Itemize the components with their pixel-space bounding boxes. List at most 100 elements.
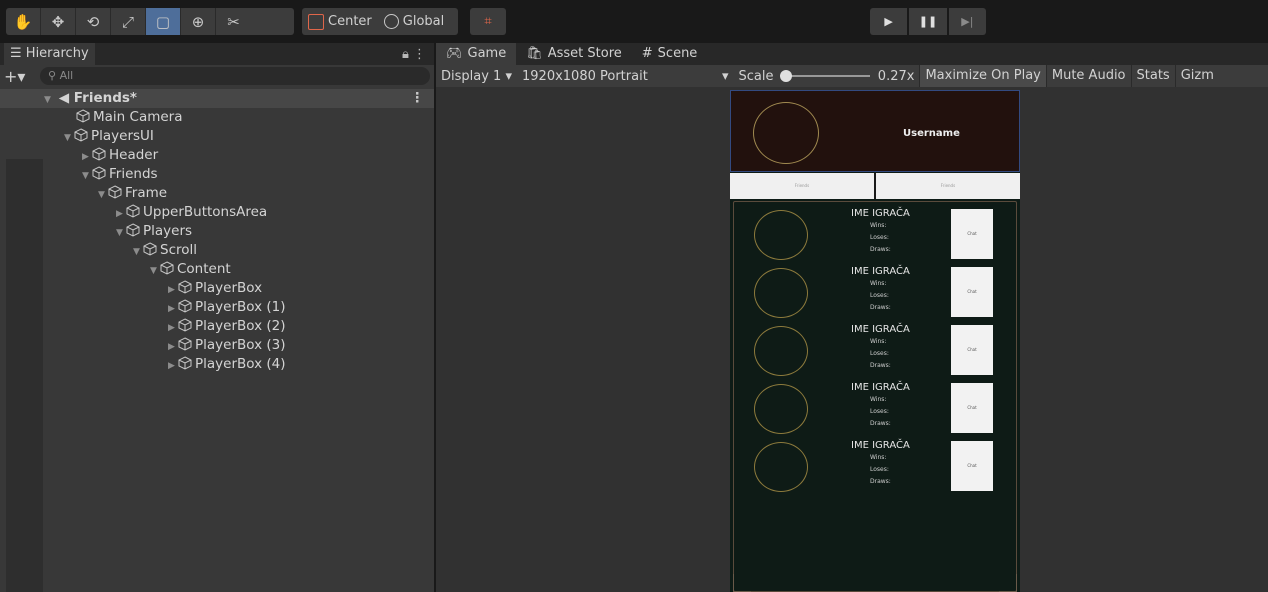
chat-button[interactable]: Chat <box>951 267 993 317</box>
player-box: IME IGRAČA Wins: Loses: Draws: Chat <box>734 320 1018 378</box>
tree-item-label: Scroll <box>160 242 198 258</box>
pivot-center-button[interactable]: Center <box>302 8 378 35</box>
display-dropdown[interactable]: Display 1 ▾ <box>436 69 517 84</box>
game-view-toolbar: Display 1 ▾ 1920x1080 Portrait ▾ Scale 0… <box>436 65 1268 87</box>
tree-item[interactable]: ▶ UpperButtonsArea <box>0 203 434 222</box>
tree-item[interactable]: ▶ PlayerBox (2) <box>0 317 434 336</box>
transform-tools: ✋ ✥ ⟲ ⤢ ▢ ⊕ ✂ <box>6 8 294 35</box>
frame-corner <box>733 574 751 592</box>
chat-button[interactable]: Chat <box>951 325 993 375</box>
username-label: Username <box>903 128 960 139</box>
add-object-button[interactable]: +▾ <box>4 67 30 86</box>
tree-item[interactable]: ▼ Frame <box>0 184 434 203</box>
scene-row[interactable]: ▼ ◀ Friends* ⋮ <box>0 89 434 108</box>
tree-item[interactable]: Main Camera <box>0 108 434 127</box>
hand-icon[interactable]: ✋ <box>6 8 41 35</box>
tree-item[interactable]: ▼ Content <box>0 260 434 279</box>
transform-icon[interactable]: ⊕ <box>181 8 216 35</box>
tab-label: Asset Store <box>547 46 622 61</box>
hierarchy-panel: ☰ Hierarchy 🔒︎ ⋮ +▾ ⚲ All ▼ ◀ Friends* ⋮… <box>0 43 434 592</box>
profile-header: Username <box>730 90 1020 172</box>
tree-item-label: Content <box>177 261 231 277</box>
gizmos-button[interactable]: Gizm <box>1174 65 1219 87</box>
tree-item[interactable]: ▶ PlayerBox (4) <box>0 355 434 374</box>
collapse-arrow-icon[interactable]: ▶ <box>168 357 178 376</box>
scale-icon[interactable]: ⤢ <box>111 8 146 35</box>
chat-button[interactable]: Chat <box>951 209 993 259</box>
resolution-dropdown[interactable]: 1920x1080 Portrait <box>517 69 717 84</box>
upper-buttons-area: Friends Friends <box>730 173 1020 199</box>
game-viewport[interactable]: Username Friends Friends IME IGRAČA Wins… <box>436 87 1268 592</box>
gameobject-icon <box>108 185 122 199</box>
panel-menu-icon[interactable]: 🔒︎ ⋮ <box>402 47 426 62</box>
tree-item-label: PlayerBox (3) <box>195 337 286 353</box>
gameobject-icon <box>178 356 192 370</box>
resolution-arrow-icon[interactable]: ▾ <box>717 69 734 84</box>
tree-item[interactable]: ▼ Scroll <box>0 241 434 260</box>
grid-icon: # <box>641 46 653 61</box>
hierarchy-search-bar: +▾ ⚲ All <box>0 65 434 87</box>
player-name: IME IGRAČA <box>851 266 910 277</box>
tree-item[interactable]: ▼ PlayersUI <box>0 127 434 146</box>
tree-item-label: UpperButtonsArea <box>143 204 268 220</box>
space-global-button[interactable]: Global <box>378 8 450 35</box>
gameobject-icon <box>160 261 174 275</box>
scene-menu-icon[interactable]: ⋮ <box>411 89 425 108</box>
tree-item-label: PlayerBox (1) <box>195 299 286 315</box>
gameobject-icon <box>143 242 157 256</box>
frame-corner <box>999 574 1017 592</box>
gameobject-icon <box>76 109 90 123</box>
upper-button-left[interactable]: Friends <box>730 173 874 199</box>
tab-hierarchy[interactable]: ☰ Hierarchy <box>4 43 95 65</box>
player-wins: Wins: <box>870 280 887 287</box>
tree-item[interactable]: ▶ PlayerBox <box>0 279 434 298</box>
player-draws: Draws: <box>870 246 891 253</box>
tree-item[interactable]: ▼ Players <box>0 222 434 241</box>
player-avatar <box>754 442 808 492</box>
upper-button-right[interactable]: Friends <box>876 173 1020 199</box>
shopping-bag-icon: 🛍︎ <box>526 46 543 61</box>
tab-asset-store[interactable]: 🛍︎ Asset Store <box>516 43 632 65</box>
tab-scene[interactable]: # Scene <box>632 43 708 65</box>
tree-item[interactable]: ▶ PlayerBox (1) <box>0 298 434 317</box>
step-icon[interactable]: ▶| <box>948 8 986 35</box>
custom-tool-icon[interactable]: ✂ <box>216 8 251 35</box>
tree-item-label: PlayerBox (4) <box>195 356 286 372</box>
tree-item-label: Main Camera <box>93 109 183 125</box>
mute-audio-button[interactable]: Mute Audio <box>1045 65 1131 87</box>
rect-icon[interactable]: ▢ <box>146 8 181 35</box>
player-avatar <box>754 268 808 318</box>
player-wins: Wins: <box>870 338 887 345</box>
tree-item-label: Friends <box>109 166 158 182</box>
player-box: IME IGRAČA Wins: Loses: Draws: Chat <box>734 204 1018 262</box>
tree-item-label: Header <box>109 147 159 163</box>
chat-button[interactable]: Chat <box>951 383 993 433</box>
game-screen: Username Friends Friends IME IGRAČA Wins… <box>730 90 1020 592</box>
play-icon[interactable]: ▶ <box>870 8 908 35</box>
grid-snap-icon[interactable]: ⌗ <box>470 8 506 35</box>
tab-label: Game <box>467 46 507 61</box>
maximize-on-play-button[interactable]: Maximize On Play <box>919 65 1046 87</box>
stats-button[interactable]: Stats <box>1130 65 1175 87</box>
tree-item[interactable]: ▶ PlayerBox (3) <box>0 336 434 355</box>
gameobject-icon <box>92 147 106 161</box>
gameobject-icon <box>178 299 192 313</box>
tree-item[interactable]: ▼ Friends <box>0 165 434 184</box>
scale-slider[interactable] <box>779 70 870 82</box>
hierarchy-search-input[interactable]: ⚲ All <box>40 67 430 85</box>
rotate-icon[interactable]: ⟲ <box>76 8 111 35</box>
pivot-controls: Center Global <box>302 8 458 35</box>
tab-game[interactable]: 🎮︎ Game <box>436 43 517 65</box>
search-placeholder: All <box>59 69 74 82</box>
move-icon[interactable]: ✥ <box>41 8 76 35</box>
chat-button[interactable]: Chat <box>951 441 993 491</box>
player-draws: Draws: <box>870 362 891 369</box>
tree-item[interactable]: ▶ Header <box>0 146 434 165</box>
pause-icon[interactable]: ❚❚ <box>909 8 947 35</box>
player-loses: Loses: <box>870 234 889 241</box>
tree-item-label: Frame <box>125 185 168 201</box>
main-toolbar: ✋ ✥ ⟲ ⤢ ▢ ⊕ ✂ Center Global ⌗ ▶ ❚❚ ▶| <box>0 0 1268 42</box>
player-avatar <box>754 326 808 376</box>
user-avatar <box>753 102 819 164</box>
scene-name: Friends* <box>73 90 137 106</box>
